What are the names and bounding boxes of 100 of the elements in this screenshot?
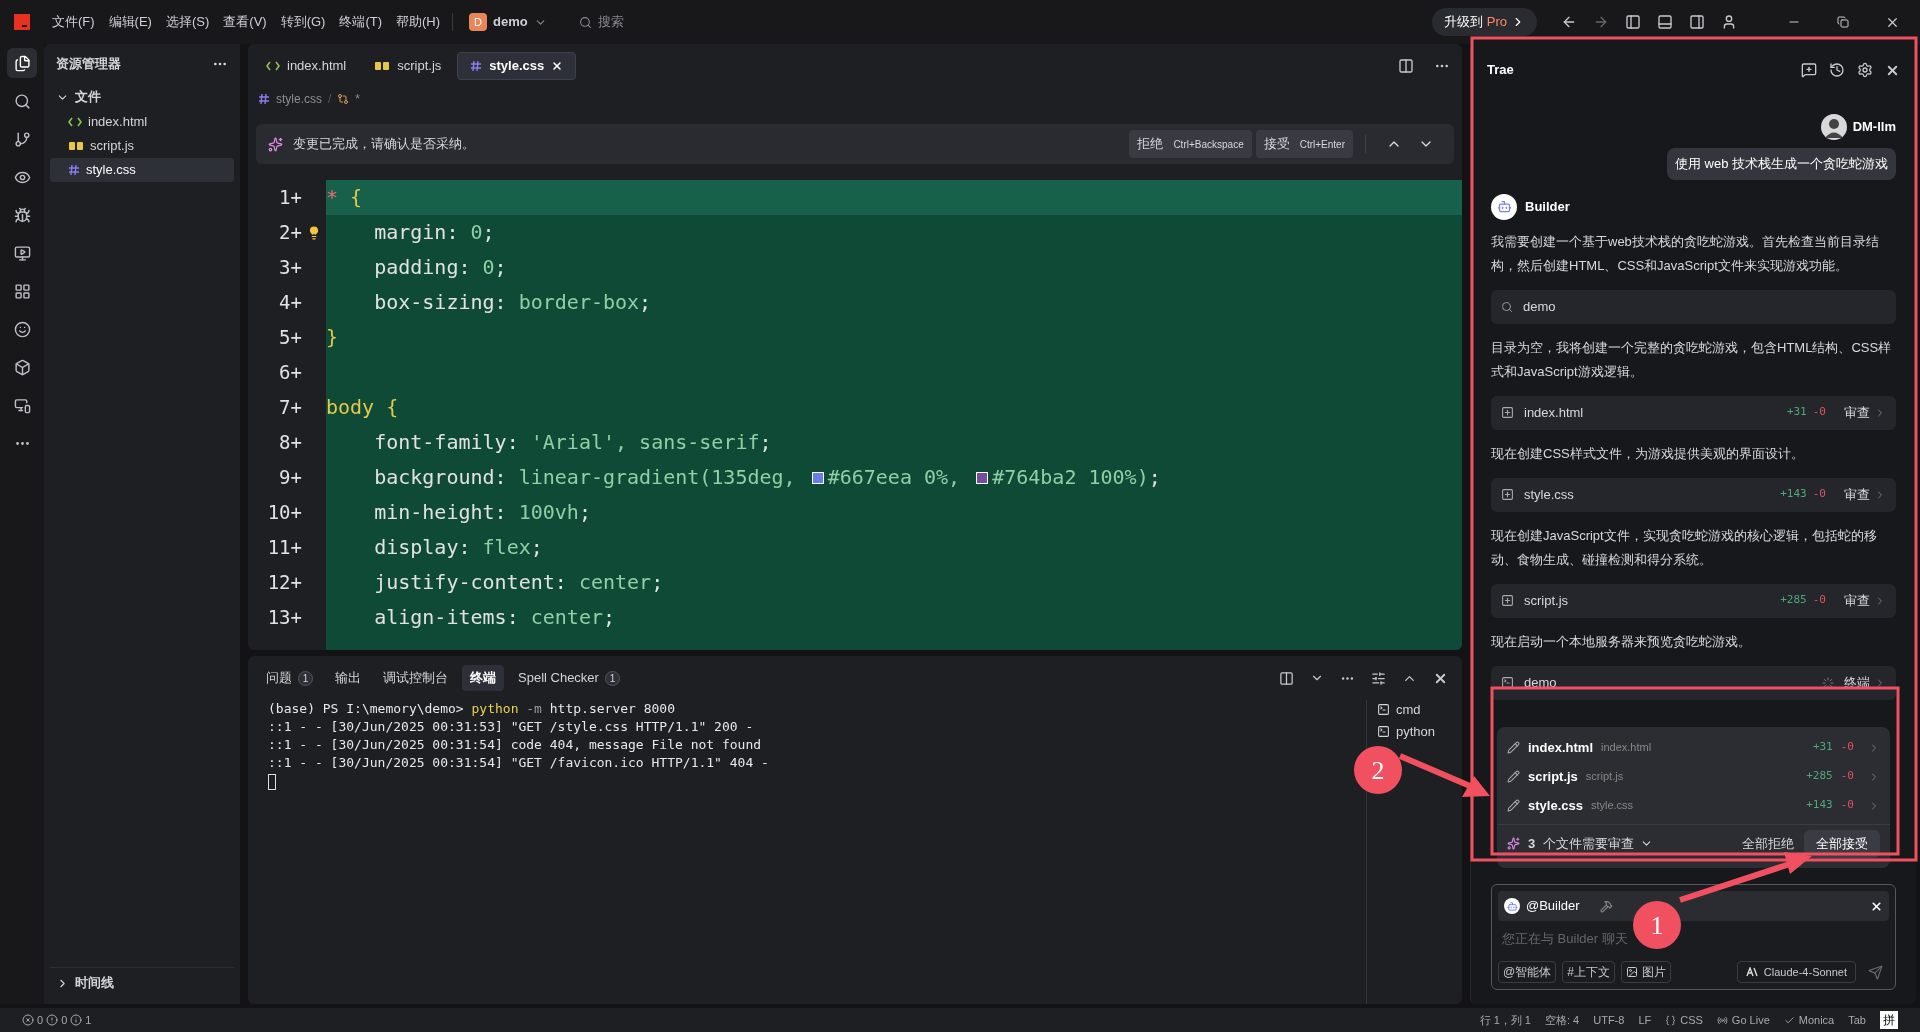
upgrade-button[interactable]: 升级到 Pro [1431, 8, 1537, 36]
diff-stats: +143 -0 [1780, 486, 1826, 503]
review-button[interactable]: 审查 [1844, 590, 1886, 611]
panel-tab[interactable]: 终端 [462, 665, 504, 691]
app-logo [14, 14, 30, 30]
file-item[interactable]: style.css [50, 158, 234, 182]
close-icon[interactable] [551, 60, 564, 72]
sliders-icon[interactable] [1371, 670, 1386, 686]
panel-tab[interactable]: 问题 1 [258, 665, 321, 691]
status-item[interactable]: 空格: 4 [1545, 1011, 1580, 1029]
check-icon [1783, 1014, 1795, 1026]
search-field[interactable]: 搜索 [578, 12, 624, 32]
section-header[interactable]: 时间线 [44, 968, 240, 998]
status-item[interactable]: CSS [1665, 1011, 1703, 1029]
menu-item[interactable]: 帮助(H) [396, 12, 441, 32]
lightbulb-icon[interactable] [307, 225, 321, 240]
editor-tab[interactable]: index.html [254, 52, 359, 80]
menu-item[interactable]: 文件(F) [52, 12, 95, 32]
bot-name: Builder [1525, 197, 1570, 216]
ime-indicator[interactable]: 拼 [1880, 1011, 1898, 1029]
input-option-button[interactable]: @智能体 [1498, 961, 1557, 983]
terminal-session[interactable]: cmd [1377, 700, 1421, 720]
review-summary[interactable]: 个文件需要审查 [1543, 833, 1654, 854]
pencil-icon [1507, 799, 1520, 812]
split-terminal-icon[interactable] [1279, 670, 1294, 686]
section-header[interactable]: 文件 [44, 84, 240, 110]
reject-all-button[interactable]: 全部拒绝 [1732, 829, 1804, 858]
code-line: } [326, 324, 340, 351]
avatar [1820, 114, 1847, 140]
accept-button[interactable]: 接受 Ctrl+Enter [1255, 130, 1353, 158]
search-query: demo [1523, 297, 1556, 316]
terminal-line: (base) PS I:\memory\demo> python -m http.server 8000 [268, 700, 675, 718]
sidebar-toggle-icon[interactable] [1625, 14, 1641, 30]
code-line: justify-content: center; [373, 569, 665, 596]
editor-tab[interactable]: script.js [362, 52, 454, 80]
user-name: DM-llm [1852, 118, 1896, 137]
status-item[interactable]: Monica [1783, 1011, 1835, 1029]
review-button[interactable]: 审查 [1844, 402, 1886, 423]
close-icon[interactable] [1870, 899, 1883, 913]
line-number: 8+ [278, 430, 302, 455]
code-line: align-items: center; [373, 604, 616, 631]
send-icon[interactable] [1868, 964, 1883, 980]
panel-tab[interactable]: 输出 [327, 665, 369, 691]
panel-tab[interactable]: Spell Checker 1 [510, 665, 628, 691]
breadcrumb-item[interactable]: * [355, 90, 361, 108]
chat-message: 现在启动一个本地服务器来预览贪吃蛇游戏。 [1491, 632, 1752, 651]
file-item[interactable]: script.js [50, 134, 234, 158]
back-icon[interactable] [1561, 14, 1577, 30]
hammer-icon[interactable] [1599, 899, 1613, 913]
problems-indicator[interactable]: 0 0 1 [22, 1011, 92, 1029]
menu-item[interactable]: 选择(S) [165, 12, 210, 32]
line-number: 1+ [278, 185, 302, 210]
model-selector[interactable]: Claude-4-Sonnet [1736, 961, 1856, 983]
right-panel-toggle-icon[interactable] [1689, 14, 1705, 30]
input-option-button[interactable]: #上下文 [1562, 961, 1615, 983]
restore-icon[interactable] [1837, 16, 1849, 28]
code-line: font-family: 'Arial', sans-serif; [373, 429, 773, 456]
terminal-session[interactable]: python [1377, 721, 1436, 741]
account-icon[interactable] [1721, 14, 1737, 30]
project-switcher[interactable]: D demo [465, 12, 551, 32]
menu-item[interactable]: 终端(T) [339, 12, 383, 32]
search-icon [1501, 300, 1513, 313]
review-file-row[interactable]: index.html index.html +31 -0 [1497, 733, 1890, 762]
menu-item[interactable]: 查看(V) [223, 12, 267, 32]
sparkle-icon [1507, 837, 1520, 850]
panel-toggle-icon[interactable] [1657, 14, 1673, 30]
breadcrumb-item[interactable]: style.css [276, 90, 322, 108]
history-icon[interactable] [1829, 62, 1845, 78]
panel-tab[interactable]: 调试控制台 [375, 665, 456, 691]
forward-icon[interactable] [1593, 14, 1609, 30]
file-name: style.css [1524, 485, 1574, 504]
menu-item[interactable]: 转到(G) [280, 12, 326, 32]
status-item[interactable]: UTF-8 [1593, 1011, 1625, 1029]
line-number: 4+ [278, 290, 302, 315]
reject-button[interactable]: 拒绝 Ctrl+Backspace [1129, 130, 1252, 158]
file-item[interactable]: index.html [50, 110, 234, 134]
editor-tab[interactable]: style.css [457, 52, 577, 80]
code-line: margin: 0; [373, 219, 496, 246]
code-line: background: linear-gradient(135deg, #667eea 0%, #764ba2 100%); [373, 464, 1162, 491]
status-item[interactable]: LF [1638, 1011, 1652, 1029]
input-option-button[interactable]: 图片 [1620, 961, 1671, 983]
line-number: 11+ [266, 535, 302, 560]
plus-square-icon [1501, 594, 1514, 607]
review-file-row[interactable]: script.js script.js +285 -0 [1497, 762, 1890, 791]
line-number: 3+ [278, 255, 302, 280]
status-item[interactable]: 行 1，列 1 [1479, 1011, 1531, 1029]
review-file-row[interactable]: style.css style.css +143 -0 [1497, 791, 1890, 820]
new-chat-icon[interactable] [1801, 62, 1817, 78]
files-icon[interactable] [7, 48, 37, 78]
split-editor-icon[interactable] [1398, 58, 1414, 74]
status-item[interactable]: Go Live [1716, 1011, 1770, 1029]
review-button[interactable]: 审查 [1844, 484, 1886, 505]
bot-avatar [1491, 193, 1517, 220]
review-count: 3 [1528, 834, 1536, 853]
settings-icon[interactable] [1857, 62, 1873, 78]
status-item[interactable]: Tab [1848, 1011, 1866, 1029]
agent-chip[interactable]: @Builder [1504, 896, 1580, 916]
braces-icon [1665, 1014, 1677, 1026]
command-name: demo [1524, 673, 1557, 692]
menu-item[interactable]: 编辑(E) [108, 12, 152, 32]
